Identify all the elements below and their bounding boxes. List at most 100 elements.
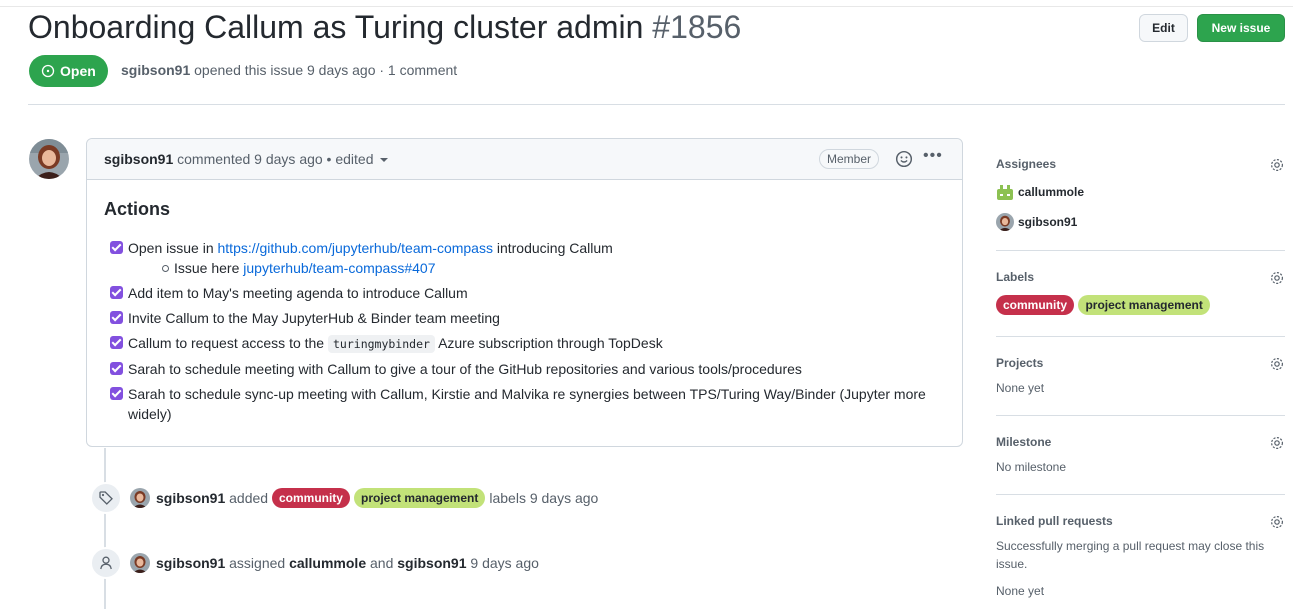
avatar[interactable]	[130, 488, 150, 508]
sidebar-projects-value: None yet	[996, 381, 1045, 395]
header-divider	[28, 104, 1285, 105]
gear-icon[interactable]	[1269, 157, 1285, 178]
issue-state-label: Open	[60, 63, 96, 79]
gear-icon[interactable]	[1269, 435, 1285, 456]
task-text: Open issue in	[128, 240, 214, 256]
assignee-item[interactable]: callummole	[996, 183, 1285, 201]
gear-icon[interactable]	[1269, 270, 1285, 291]
event-actor-link[interactable]: sgibson91	[156, 555, 225, 571]
assignee-item[interactable]: sgibson91	[996, 213, 1285, 231]
sidebar-heading-projects[interactable]: Projects	[996, 356, 1285, 370]
label-community[interactable]: community	[996, 295, 1075, 315]
task-text: Azure subscription through TopDesk	[438, 335, 663, 351]
person-icon	[90, 547, 122, 579]
comment-author-link[interactable]: sgibson91	[104, 151, 173, 167]
timeline-labels-event: sgibson91 added community project manage…	[90, 482, 598, 514]
edit-button[interactable]: Edit	[1139, 14, 1188, 42]
sidebar-divider	[996, 250, 1285, 251]
task-text: introducing Callum	[496, 240, 613, 256]
task-text: Sarah to schedule sync-up meeting with C…	[128, 386, 926, 422]
sidebar-milestone-value: No milestone	[996, 460, 1067, 474]
sidebar-projects: Projects None yet	[996, 356, 1285, 397]
issue-title: Onboarding Callum as Turing cluster admi…	[28, 3, 741, 51]
avatar	[996, 183, 1014, 201]
task-checkbox[interactable]	[110, 286, 123, 299]
task-checkbox[interactable]	[110, 362, 123, 375]
sidebar-linked-prs-value: None yet	[996, 584, 1045, 598]
sidebar-assignees: Assignees callummole sgibson91	[996, 157, 1285, 231]
comment-body: Actions Open issue in https://github.com…	[104, 197, 954, 429]
label-community[interactable]: community	[271, 488, 350, 508]
event-suffix: labels 9 days ago	[489, 490, 599, 506]
task-item: Open issue in https://github.com/jupyter…	[104, 238, 954, 278]
issue-number: #1856	[652, 9, 742, 45]
sidebar-divider	[996, 494, 1285, 495]
task-text: Callum to request access to the	[128, 335, 325, 351]
sidebar-heading-assignees[interactable]: Assignees	[996, 157, 1285, 171]
task-checkbox[interactable]	[110, 311, 123, 324]
comment-author-avatar[interactable]	[29, 139, 69, 179]
tag-icon	[90, 482, 122, 514]
comment-meta: commented 9 days ago • edited	[177, 151, 374, 167]
gear-icon[interactable]	[1269, 356, 1285, 377]
issue-meta-text: opened this issue 9 days ago · 1 comment	[194, 62, 458, 78]
sidebar-heading-linked-prs[interactable]: Linked pull requests	[996, 514, 1285, 528]
inline-code: turingmybinder	[328, 335, 435, 353]
sidebar-divider	[996, 415, 1285, 416]
task-item: Sarah to schedule sync-up meeting with C…	[104, 384, 954, 424]
new-issue-button[interactable]: New issue	[1197, 14, 1285, 42]
issue-title-text: Onboarding Callum as Turing cluster admi…	[28, 9, 644, 45]
event-actor-link[interactable]: sgibson91	[156, 490, 225, 506]
task-sublist: Issue here jupyterhub/team-compass#407	[128, 258, 954, 278]
chevron-down-icon[interactable]	[379, 158, 388, 163]
kebab-horizontal-icon[interactable]: •••	[923, 147, 943, 165]
task-subitem: Issue here jupyterhub/team-compass#407	[162, 258, 954, 278]
task-item: Add item to May's meeting agenda to intr…	[104, 283, 954, 303]
assignee-name: callummole	[1018, 185, 1085, 199]
issue-comment: sgibson91 commented 9 days ago • edited …	[86, 138, 963, 447]
member-badge: Member	[819, 149, 880, 169]
label-project-management[interactable]: project management	[353, 488, 486, 508]
avatar[interactable]	[130, 553, 150, 573]
avatar	[996, 213, 1014, 231]
sidebar-linked-prs-description: Successfully merging a pull request may …	[996, 539, 1265, 571]
assignee-name: sgibson91	[1018, 215, 1078, 229]
smiley-icon[interactable]	[895, 150, 913, 171]
comment-heading: Actions	[104, 199, 171, 219]
task-checkbox[interactable]	[110, 241, 123, 254]
event-user-link[interactable]: sgibson91	[397, 555, 466, 571]
task-link[interactable]: https://github.com/jupyterhub/team-compa…	[218, 240, 493, 256]
event-conj: and	[370, 555, 394, 571]
issue-author-link[interactable]: sgibson91	[121, 62, 190, 78]
sidebar-label-list: community project management	[996, 295, 1285, 315]
sidebar-milestone: Milestone No milestone	[996, 435, 1285, 476]
sidebar-divider	[996, 336, 1285, 337]
timeline-assign-event: sgibson91 assigned callummole and sgibso…	[90, 547, 539, 579]
issue-meta: sgibson91 opened this issue 9 days ago ·…	[121, 62, 457, 78]
task-text: Sarah to schedule meeting with Callum to…	[128, 361, 802, 377]
task-subitem-link[interactable]: jupyterhub/team-compass#407	[243, 260, 435, 276]
event-verb: added	[229, 490, 269, 506]
issue-state-badge: Open	[29, 55, 108, 87]
event-suffix: 9 days ago	[470, 555, 539, 571]
label-project-management[interactable]: project management	[1078, 295, 1210, 315]
task-item: Invite Callum to the May JupyterHub & Bi…	[104, 308, 954, 328]
gear-icon[interactable]	[1269, 514, 1285, 535]
task-checkbox[interactable]	[110, 387, 123, 400]
event-verb: assigned	[229, 555, 286, 571]
task-subitem-text: Issue here	[174, 260, 240, 276]
sidebar-heading-labels[interactable]: Labels	[996, 270, 1285, 284]
task-item: Sarah to schedule meeting with Callum to…	[104, 359, 954, 379]
issue-page: Onboarding Callum as Turing cluster admi…	[0, 0, 1293, 609]
comment-header: sgibson91 commented 9 days ago • edited …	[87, 139, 962, 180]
sidebar-linked-prs: Linked pull requests Successfully mergin…	[996, 514, 1285, 600]
sidebar-labels: Labels community project management	[996, 270, 1285, 315]
issue-opened-icon	[41, 64, 55, 78]
task-checkbox[interactable]	[110, 336, 123, 349]
sidebar-heading-milestone[interactable]: Milestone	[996, 435, 1285, 449]
task-list: Open issue in https://github.com/jupyter…	[104, 238, 954, 424]
timeline-line	[104, 448, 106, 609]
event-user-link[interactable]: callummole	[289, 555, 366, 571]
comment-header-meta: sgibson91 commented 9 days ago • edited	[104, 151, 388, 167]
task-text: Invite Callum to the May JupyterHub & Bi…	[128, 310, 500, 326]
